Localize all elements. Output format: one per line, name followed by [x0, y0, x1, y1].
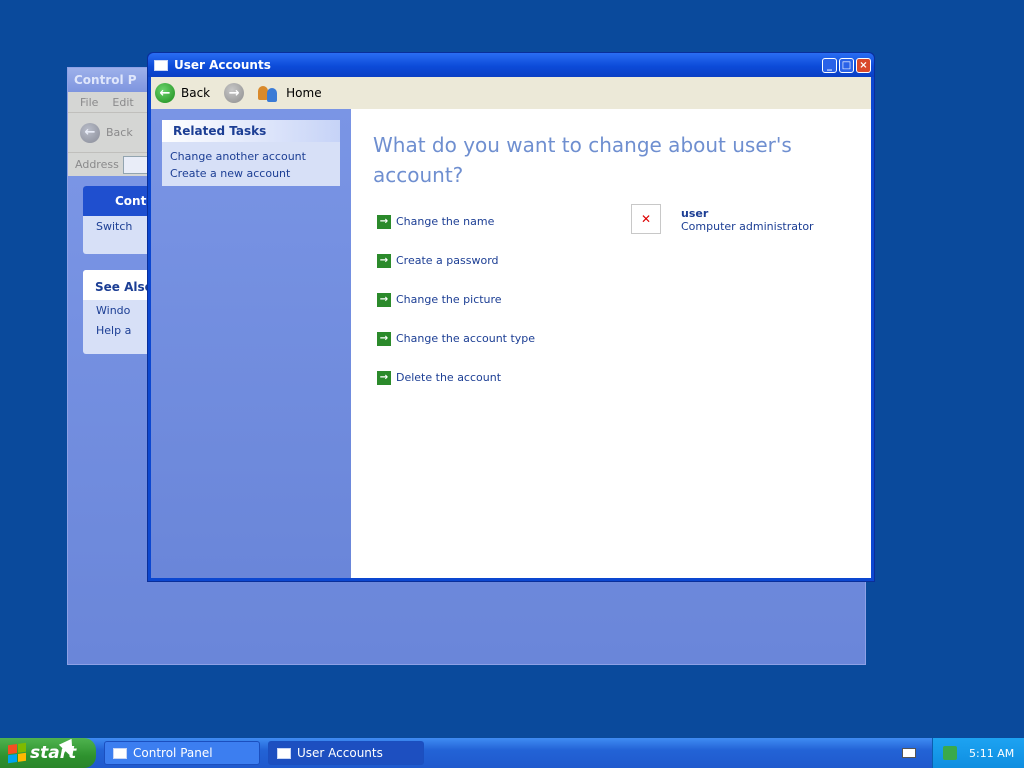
user-accounts-window[interactable]: User Accounts _ □ × ← Back → Home Relate…	[147, 52, 875, 582]
user-name: user	[681, 207, 709, 220]
window-icon	[277, 747, 291, 759]
control-panel-panel-title: Contr	[83, 186, 153, 216]
window-title: User Accounts	[174, 58, 271, 72]
related-tasks-title: Related Tasks	[162, 120, 340, 142]
windows-logo-icon	[8, 742, 26, 764]
keyboard-icon[interactable]	[902, 748, 916, 758]
maximize-button[interactable]: □	[839, 57, 854, 73]
clock[interactable]: 5:11 AM	[969, 747, 1014, 760]
see-also-help[interactable]: Help a	[83, 320, 153, 340]
related-tasks-panel: Related Tasks Change another account Cre…	[162, 120, 340, 186]
home-users-icon[interactable]	[258, 83, 280, 103]
switch-view-label: Switch	[96, 219, 133, 233]
change-picture-link[interactable]: → Change the picture	[377, 280, 535, 319]
address-label: Address	[75, 158, 119, 171]
back-button[interactable]: Back	[181, 86, 210, 100]
user-picture-broken-icon: ✕	[631, 204, 661, 234]
close-button[interactable]: ×	[856, 57, 871, 73]
back-arrow-icon[interactable]: ←	[155, 83, 175, 103]
action-label: Change the picture	[396, 292, 502, 306]
home-button[interactable]: Home	[286, 86, 321, 100]
user-role: Computer administrator	[681, 220, 814, 233]
see-also-panel: See Also Windo Help a	[83, 270, 153, 354]
window-icon	[154, 59, 168, 71]
menu-file[interactable]: File	[80, 96, 98, 109]
action-label: Change the name	[396, 214, 495, 228]
action-list: → Change the name → Create a password → …	[377, 202, 535, 397]
minimize-button[interactable]: _	[822, 57, 837, 73]
green-arrow-icon: →	[377, 214, 391, 229]
network-icon[interactable]	[943, 746, 957, 760]
green-arrow-icon: →	[377, 370, 391, 385]
back-arrow-icon[interactable]: ←	[80, 122, 100, 143]
forward-arrow-icon[interactable]: →	[224, 83, 245, 103]
taskbar-button-label: User Accounts	[297, 746, 383, 760]
user-accounts-titlebar[interactable]: User Accounts _ □ ×	[148, 53, 874, 77]
user-accounts-toolbar: ← Back → Home	[151, 77, 871, 109]
action-label: Delete the account	[396, 370, 502, 384]
taskbar: start Control Panel User Accounts 5:11 A…	[0, 738, 1024, 768]
action-label: Change the account type	[396, 331, 536, 345]
green-arrow-icon: →	[377, 253, 391, 268]
control-panel-icon	[113, 747, 127, 759]
start-button[interactable]: start	[0, 738, 96, 768]
task-pane: Related Tasks Change another account Cre…	[151, 109, 351, 578]
system-tray: 5:11 AM	[932, 738, 1024, 768]
create-password-link[interactable]: → Create a password	[377, 241, 535, 280]
change-another-account-link[interactable]: Change another account	[170, 148, 340, 165]
green-arrow-icon: →	[377, 292, 391, 307]
taskbar-control-panel-button[interactable]: Control Panel	[104, 741, 260, 765]
page-title: What do you want to change about user's …	[373, 133, 792, 187]
delete-account-link[interactable]: → Delete the account	[377, 358, 535, 397]
menu-edit[interactable]: Edit	[112, 96, 133, 109]
change-account-type-link[interactable]: → Change the account type	[377, 319, 535, 358]
control-panel-back-label[interactable]: Back	[106, 126, 133, 139]
main-pane: What do you want to change about user's …	[351, 109, 871, 578]
see-also-title: See Also	[83, 270, 153, 300]
action-label: Create a password	[396, 253, 499, 267]
see-also-item-label: Windo	[96, 303, 131, 317]
taskbar-user-accounts-button[interactable]: User Accounts	[268, 741, 424, 765]
see-also-windows-update[interactable]: Windo	[83, 300, 153, 320]
change-name-link[interactable]: → Change the name	[377, 202, 535, 241]
user-accounts-content: Related Tasks Change another account Cre…	[151, 109, 871, 578]
control-panel-task-panel: Contr Switch	[83, 186, 153, 254]
taskbar-button-label: Control Panel	[133, 746, 213, 760]
switch-view-link[interactable]: Switch	[83, 216, 153, 236]
control-panel-title: Control P	[74, 73, 137, 87]
user-account-card: ✕ user Computer administrator	[631, 204, 814, 234]
create-new-account-link[interactable]: Create a new account	[170, 165, 340, 182]
green-arrow-icon: →	[377, 331, 391, 346]
see-also-item-label: Help a	[96, 323, 132, 337]
